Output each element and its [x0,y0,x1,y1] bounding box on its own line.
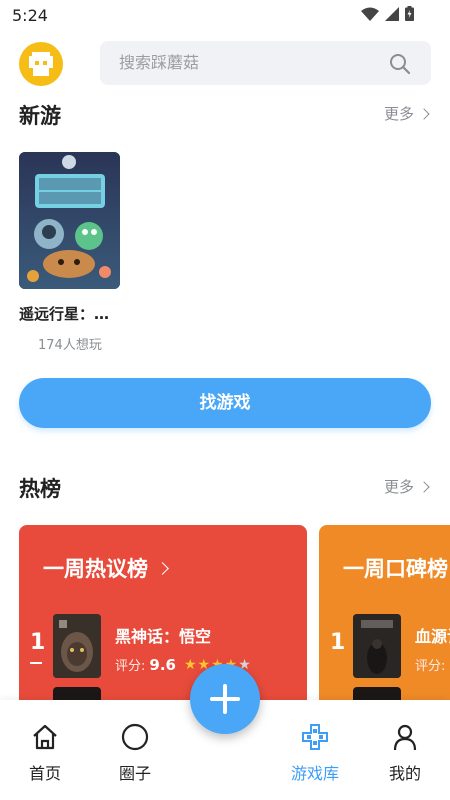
battery-icon [405,6,414,21]
wukong-cover-art [53,614,101,678]
score-label: 评分: [115,659,146,674]
game-cover[interactable] [19,152,120,289]
find-game-button[interactable]: 找游戏 [19,378,431,428]
plus-icon [223,684,227,714]
score-value: 9.6 [149,655,176,674]
bloodborne-cover-art [353,614,401,678]
nav-item-circle[interactable]: 圈子 [105,722,165,784]
search-box[interactable]: 搜索踩蘑菇 [100,41,431,85]
nav-item-game-library[interactable]: 游戏库 [285,722,345,784]
signal-icon [385,6,399,21]
screen: 5:24 搜索踩蘑菇 新游 更多 遥远行星：… 174人想玩 找游戏 热榜 更多… [0,0,450,800]
rank-card-title-label: 一周热议榜 [43,557,148,581]
more-label: 更多 [383,478,414,496]
game-cover-art [19,152,120,289]
wifi-icon [361,7,379,21]
rank-game-thumb[interactable] [53,614,101,678]
rank-card-title[interactable]: 一周口碑榜 [343,553,448,583]
rank-change-dash [30,662,42,664]
score-label: 评分: [415,659,446,674]
status-icons [361,6,414,21]
rank-card-title[interactable]: 一周热议榜 [43,553,169,583]
avatar[interactable] [19,42,63,86]
add-button[interactable] [190,664,260,734]
new-games-title: 新游 [19,104,61,128]
nav-label: 游戏库 [290,764,339,783]
search-icon[interactable] [389,53,411,75]
rank-game-name[interactable]: 血源诅 [415,623,450,647]
status-bar: 5:24 [0,0,450,30]
gamepad-icon [302,724,328,750]
more-label: 更多 [383,105,414,123]
person-icon [393,724,417,751]
new-game-title[interactable]: 遥远行星：… [19,303,109,324]
home-icon [33,724,57,750]
rank-number: 1 [30,630,46,655]
rank-game-name[interactable]: 黑神话：悟空 [115,623,211,647]
rank-card-title-label: 一周口碑榜 [343,557,448,581]
rank-number: 1 [330,630,346,655]
rank-card-reputation[interactable]: 一周口碑榜 1 血源诅 评分: [319,525,450,725]
nav-item-mine[interactable]: 我的 [375,722,435,784]
chevron-right-icon [418,480,430,493]
status-time: 5:24 [12,6,48,25]
nav-label: 圈子 [118,764,151,783]
nav-label: 我的 [388,764,421,783]
rank-game-thumb[interactable] [353,614,401,678]
hot-more-link[interactable]: 更多 [383,476,430,497]
hot-title: 热榜 [19,477,61,501]
circle-icon [121,723,149,751]
nav-label: 首页 [28,764,61,783]
chevron-right-icon [156,561,169,575]
new-games-more-link[interactable]: 更多 [383,103,430,124]
avatar-character-icon [29,52,53,76]
new-game-want-count: 174人想玩 [38,338,102,353]
search-input[interactable]: 搜索踩蘑菇 [119,41,199,85]
rank-score: 评分: [415,655,445,674]
star-icon: ★ [183,656,197,673]
rank-card-hot-discussion[interactable]: 一周热议榜 1 黑神话：悟空 评分: 9.6 ★ ★ ★ ★ ★ [19,525,307,725]
nav-item-home[interactable]: 首页 [15,722,75,784]
chevron-right-icon [418,107,430,120]
